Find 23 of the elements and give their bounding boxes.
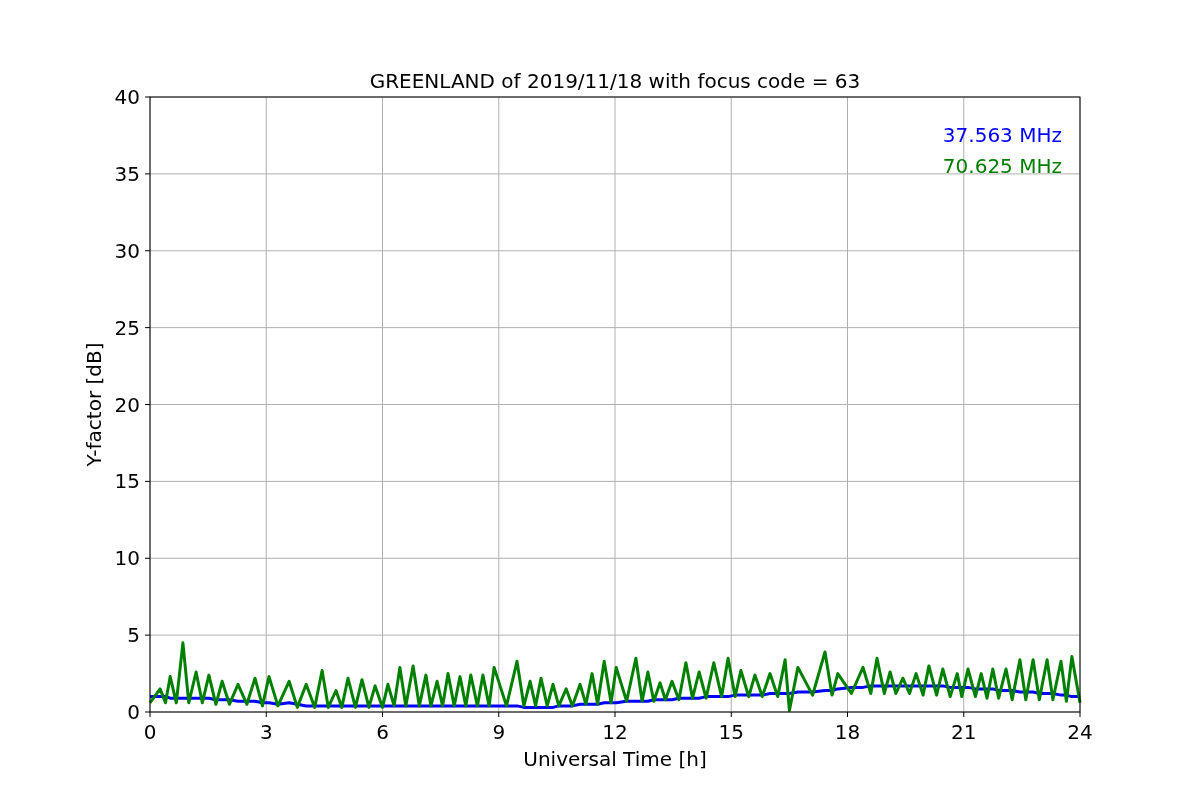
x-tick-label: 6 [376, 720, 389, 744]
y-tick-label: 10 [114, 546, 140, 571]
x-tick-label: 24 [1067, 720, 1093, 744]
y-tick-label: 15 [114, 469, 140, 494]
x-tick-label: 12 [602, 720, 628, 744]
y-tick-label: 20 [114, 392, 140, 417]
x-tick-label: 0 [143, 720, 157, 744]
x-tick-label: 15 [718, 720, 744, 744]
x-axis-label: Universal Time [h] [523, 747, 707, 771]
x-tick-label: 21 [951, 720, 977, 744]
x-tick-label: 9 [492, 720, 506, 744]
legend-label: 70.625 MHz [942, 154, 1062, 178]
y-tick-label: 0 [127, 700, 140, 724]
x-tick-label: 18 [834, 720, 861, 744]
y-tick-label: 35 [114, 161, 140, 186]
y-tick-label: 5 [127, 623, 140, 648]
y-axis-label: Y-factor [dB] [82, 342, 106, 467]
chart-title: GREENLAND of 2019/11/18 with focus code = 63 [369, 69, 861, 93]
legend-label: 37.563 MHz [942, 123, 1062, 147]
y-tick-label: 25 [114, 315, 140, 340]
y-tick-label: 30 [114, 238, 140, 263]
y-tick-label: 40 [114, 85, 140, 109]
x-tick-label: 3 [259, 720, 273, 744]
